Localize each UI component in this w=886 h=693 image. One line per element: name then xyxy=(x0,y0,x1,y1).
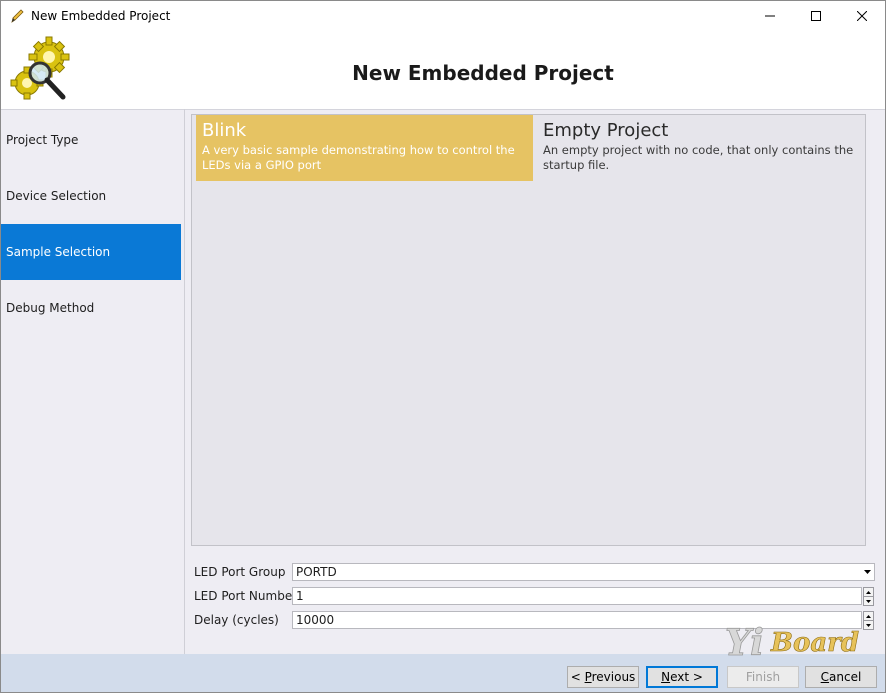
wizard-header: New Embedded Project xyxy=(1,31,885,109)
led-port-number-label: LED Port Number xyxy=(194,589,298,603)
title-bar: New Embedded Project xyxy=(1,1,885,31)
sample-description: A very basic sample demonstrating how to… xyxy=(202,143,515,172)
led-port-number-input[interactable]: 1 xyxy=(292,587,862,605)
sidebar-item-project-type[interactable]: Project Type xyxy=(1,112,181,168)
spin-down-icon[interactable] xyxy=(864,597,873,605)
minimize-icon xyxy=(765,15,775,17)
maximize-button[interactable] xyxy=(793,1,839,31)
wizard-window: New Embedded Project New Embedded Projec… xyxy=(0,0,886,693)
close-button[interactable] xyxy=(839,1,885,31)
led-port-number-spinner[interactable] xyxy=(863,587,874,606)
delay-cycles-label: Delay (cycles) xyxy=(194,613,279,627)
sample-title: Empty Project xyxy=(543,120,669,141)
sample-description: An empty project with no code, that only… xyxy=(543,143,854,172)
sidebar-item-debug-method[interactable]: Debug Method xyxy=(1,280,181,336)
sample-list: Blink A very basic sample demonstrating … xyxy=(191,114,866,546)
svg-text:Yi: Yi xyxy=(725,622,764,664)
led-port-group-dropdown[interactable]: PORTD xyxy=(292,563,875,581)
sample-selection-panel: Blink A very basic sample demonstrating … xyxy=(185,109,885,655)
dropdown-arrow-icon[interactable] xyxy=(861,564,874,580)
minimize-button[interactable] xyxy=(747,1,793,31)
previous-button[interactable]: < Previous xyxy=(567,666,639,688)
svg-text:Board: Board xyxy=(770,628,859,658)
sidebar-item-device-selection[interactable]: Device Selection xyxy=(1,168,181,224)
close-icon xyxy=(857,11,867,21)
sample-item-empty-project[interactable]: Empty Project An empty project with no c… xyxy=(537,115,867,181)
sample-title: Blink xyxy=(202,120,247,141)
window-title: New Embedded Project xyxy=(31,9,171,23)
yiboard-watermark-logo: Yi Board xyxy=(725,622,860,665)
wizard-steps-sidebar: Project Type Device Selection Sample Sel… xyxy=(1,109,185,655)
spin-up-icon[interactable] xyxy=(864,588,873,597)
led-port-group-value: PORTD xyxy=(296,565,337,579)
led-port-group-label: LED Port Group xyxy=(194,565,286,579)
maximize-icon xyxy=(811,11,821,21)
sample-item-blink[interactable]: Blink A very basic sample demonstrating … xyxy=(196,115,533,181)
delay-cycles-value: 10000 xyxy=(296,613,335,627)
led-port-number-value: 1 xyxy=(296,589,304,603)
sidebar-item-sample-selection[interactable]: Sample Selection xyxy=(1,224,181,280)
app-pencil-icon xyxy=(11,9,24,23)
page-title: New Embedded Project xyxy=(352,61,614,85)
next-button[interactable]: Next > xyxy=(646,666,718,688)
